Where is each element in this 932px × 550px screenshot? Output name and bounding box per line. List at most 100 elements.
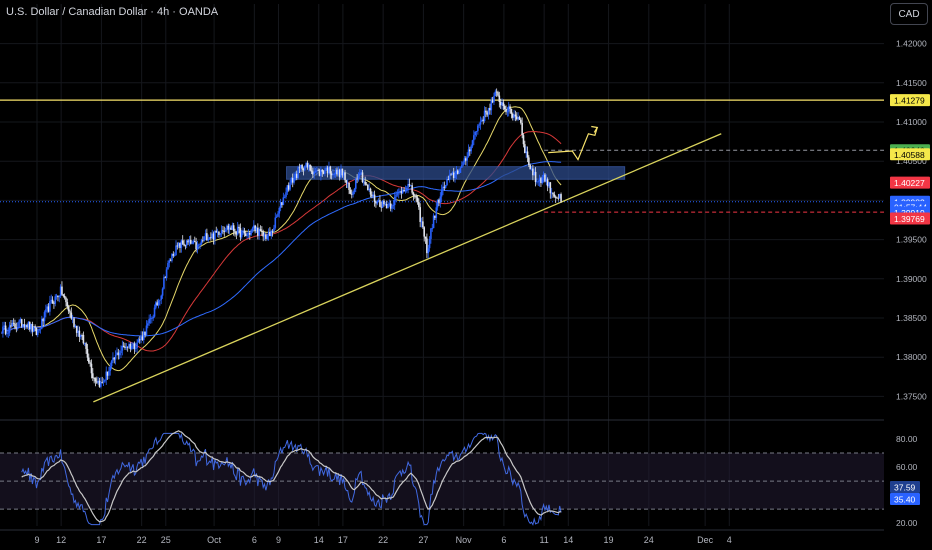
candle-down xyxy=(418,201,420,208)
candle-up xyxy=(462,162,464,166)
candle-down xyxy=(86,348,89,358)
time-tick-label: Oct xyxy=(207,535,222,545)
candle-down xyxy=(82,335,85,344)
candle-down xyxy=(92,373,94,379)
candle-down xyxy=(181,240,184,244)
candle-up xyxy=(153,307,156,317)
candle-down xyxy=(522,135,525,145)
time-tick-label: 9 xyxy=(34,535,39,545)
price-tick-label: 1.41000 xyxy=(896,117,927,127)
candle-down xyxy=(521,122,523,136)
candle-up xyxy=(152,316,154,319)
candle-up xyxy=(405,187,408,191)
candle-down xyxy=(408,184,411,186)
candle-up xyxy=(175,245,177,256)
candle-up xyxy=(353,188,356,192)
candle-down xyxy=(193,241,196,243)
time-tick-label: 22 xyxy=(378,535,388,545)
candle-up xyxy=(446,179,448,185)
chart-area[interactable]: 1.420001.415001.410001.405001.400001.395… xyxy=(0,0,932,550)
time-tick-label: 24 xyxy=(644,535,654,545)
candle-up xyxy=(165,269,168,278)
candle-up xyxy=(145,325,148,336)
candle-down xyxy=(184,245,187,247)
candle-up xyxy=(207,239,209,241)
currency-button[interactable]: CAD xyxy=(890,3,928,25)
candle-up xyxy=(157,300,160,306)
candle-down xyxy=(122,345,125,347)
price-tick-label: 1.38500 xyxy=(896,313,927,323)
candle-down xyxy=(329,166,332,174)
candle-down xyxy=(14,323,16,328)
candle-up xyxy=(199,244,201,246)
candle-down xyxy=(554,196,557,198)
candle-down xyxy=(69,311,71,313)
candle-down xyxy=(553,194,556,197)
candle-up xyxy=(352,191,354,195)
candle-down xyxy=(66,302,69,307)
candle-up xyxy=(219,233,222,235)
candle-down xyxy=(62,294,65,296)
candle-down xyxy=(534,171,537,182)
candle-down xyxy=(345,180,348,183)
candle-up xyxy=(203,236,205,241)
rsi-tick-label: 20.00 xyxy=(896,518,918,528)
price-tick-label: 1.42000 xyxy=(896,39,927,49)
candle-up xyxy=(148,318,150,324)
price-label-text: 1.40227 xyxy=(894,178,925,188)
candle-down xyxy=(89,362,91,364)
price-label-text: 1.41279 xyxy=(894,96,925,106)
candle-up xyxy=(274,217,277,228)
candle-up xyxy=(273,227,275,232)
candle-up xyxy=(333,173,336,175)
candle-up xyxy=(474,131,476,136)
candle-up xyxy=(104,379,106,382)
candle-up xyxy=(359,173,361,176)
candle-down xyxy=(422,221,424,228)
candle-up xyxy=(246,234,248,237)
candle-up xyxy=(224,230,227,232)
candle-up xyxy=(6,333,8,335)
candle-up xyxy=(275,216,278,218)
candle-down xyxy=(552,192,554,195)
candle-up xyxy=(2,326,4,334)
candle-up xyxy=(120,350,122,354)
candle-up xyxy=(278,207,281,214)
candle-down xyxy=(4,325,7,334)
candle-down xyxy=(238,226,240,229)
candle-down xyxy=(373,194,376,202)
candle-down xyxy=(321,169,324,172)
candle-down xyxy=(344,172,346,181)
candle-down xyxy=(520,119,522,123)
candle-up xyxy=(147,323,149,326)
candle-down xyxy=(183,243,185,246)
candle-down xyxy=(419,207,421,223)
candle-up xyxy=(477,125,479,132)
time-tick-label: 12 xyxy=(56,535,66,545)
candle-up xyxy=(18,321,20,327)
candle-down xyxy=(34,326,36,328)
candle-down xyxy=(485,110,487,113)
candle-up xyxy=(471,140,474,147)
rsi-tick-label: 80.00 xyxy=(896,434,918,444)
candle-up xyxy=(130,345,133,349)
candle-down xyxy=(510,108,513,114)
candle-up xyxy=(289,182,291,190)
candle-up xyxy=(392,205,395,207)
time-tick-label: 11 xyxy=(539,535,548,545)
candle-up xyxy=(37,330,39,335)
price-tick-label: 1.41500 xyxy=(896,78,927,88)
candle-down xyxy=(424,236,427,239)
candle-up xyxy=(391,206,393,209)
candle-up xyxy=(435,207,438,218)
candle-up xyxy=(475,131,478,132)
candle-down xyxy=(90,363,93,374)
time-tick-label: 27 xyxy=(418,535,428,545)
candle-down xyxy=(415,196,417,198)
candle-up xyxy=(396,193,399,195)
candle-up xyxy=(444,184,447,188)
price-label-text: 1.40588 xyxy=(894,150,925,160)
candle-down xyxy=(70,312,73,319)
candle-up xyxy=(240,230,243,238)
candle-down xyxy=(514,114,517,117)
